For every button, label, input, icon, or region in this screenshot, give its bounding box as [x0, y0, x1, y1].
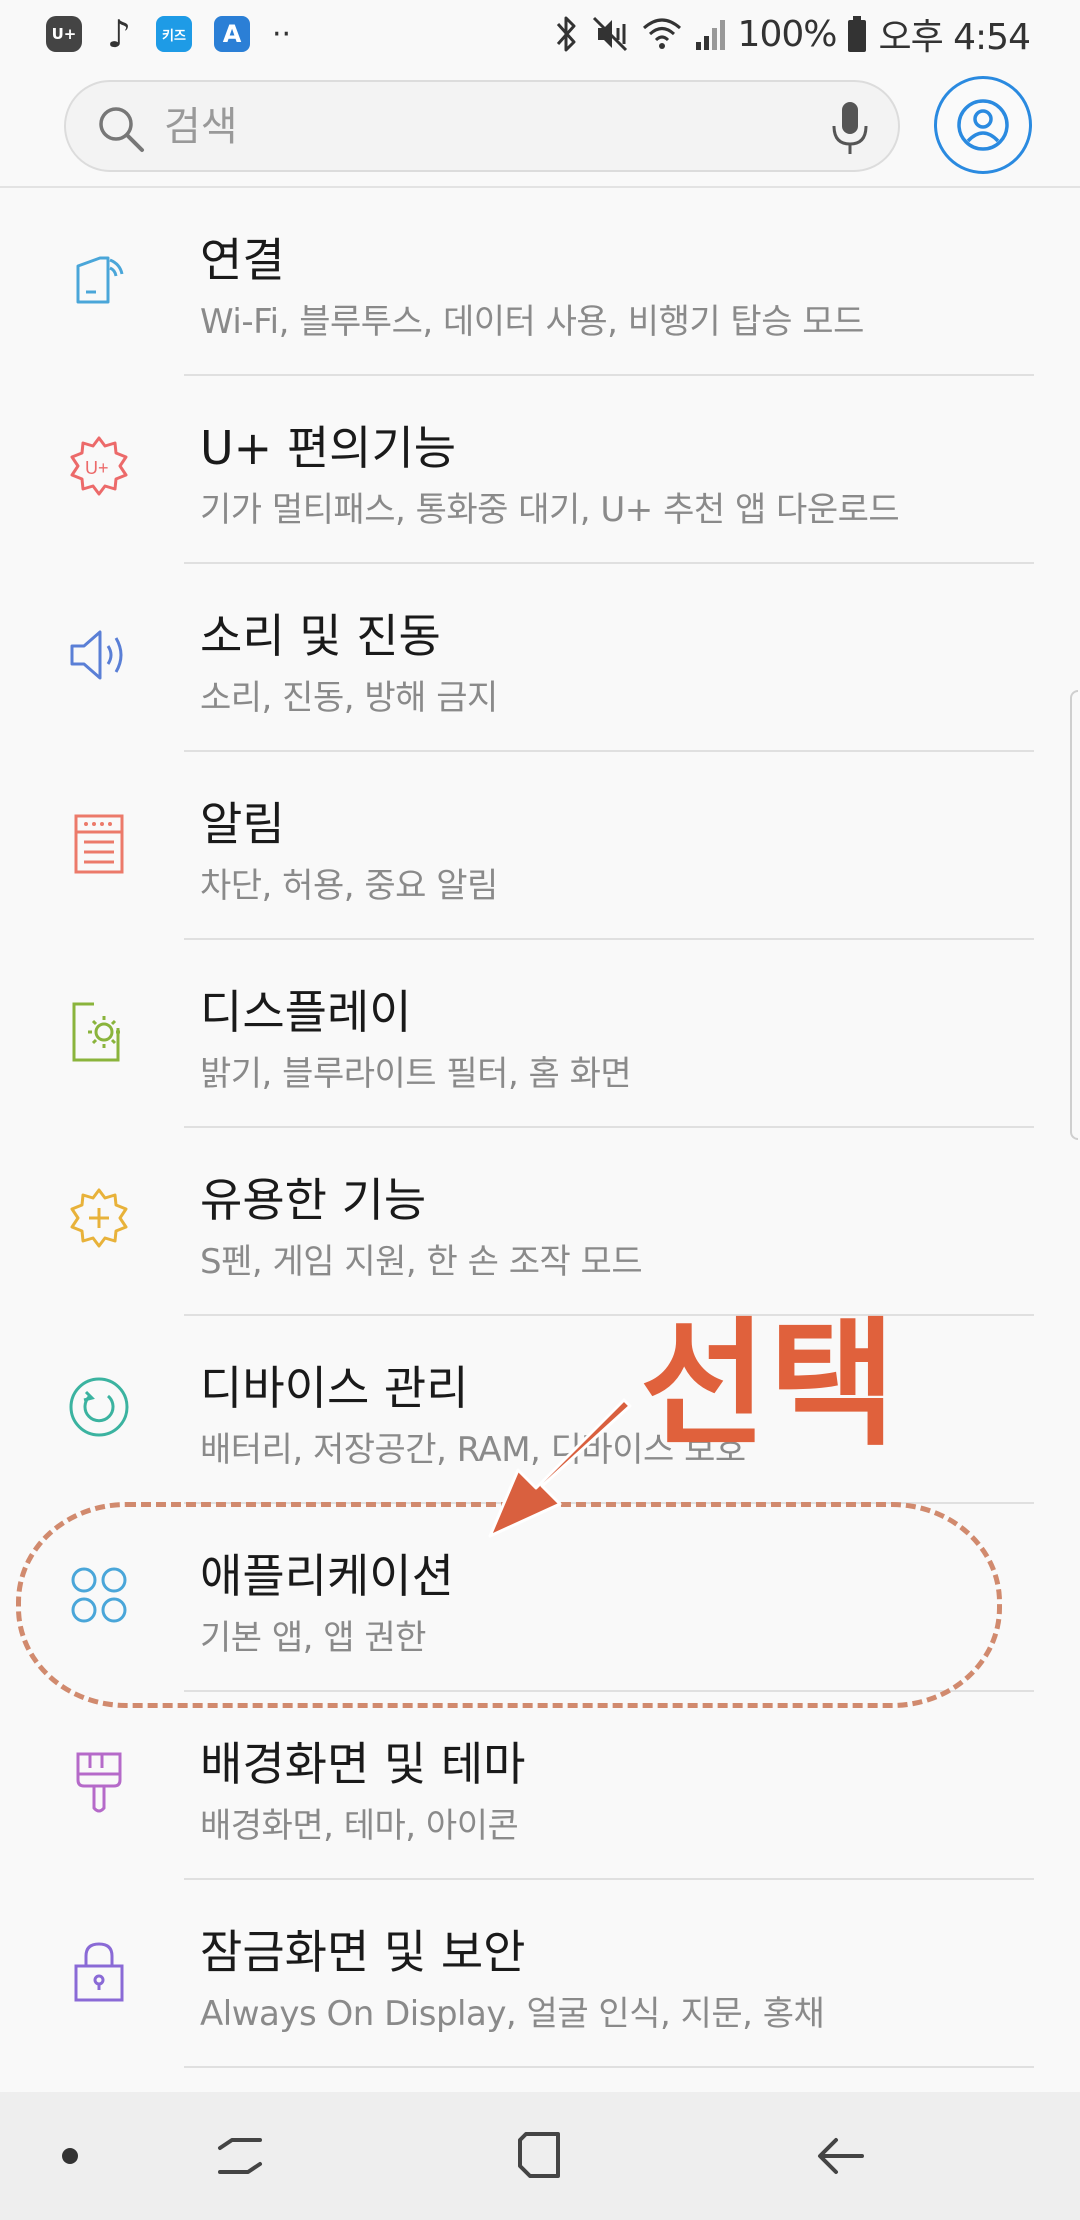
- nav-handle-dot[interactable]: [62, 2148, 78, 2164]
- settings-item-title: 연결: [200, 233, 285, 287]
- mute-vibrate-icon: [592, 16, 627, 52]
- settings-item-title: 소리 및 진동: [200, 609, 441, 663]
- status-notifications: U+ ♪ 키즈 A ··: [46, 10, 291, 58]
- settings-item-subtitle: S펜, 게임 지원, 한 손 조작 모드: [200, 1242, 643, 1282]
- settings-item-lock-screen-security[interactable]: 잠금화면 및 보안 Always On Display, 얼굴 인식, 지문, …: [0, 1880, 1080, 2068]
- svg-text:U+: U+: [85, 458, 109, 478]
- wallpaper-brush-icon: [66, 1750, 132, 1816]
- signal-icon: [695, 20, 725, 50]
- settings-item-wallpapers-themes[interactable]: 배경화면 및 테마 배경화면, 테마, 아이콘: [0, 1692, 1080, 1880]
- settings-item-subtitle: 소리, 진동, 방해 금지: [200, 678, 498, 718]
- settings-item-title: 잠금화면 및 보안: [200, 1925, 526, 1979]
- advanced-features-icon: [66, 1186, 132, 1252]
- settings-item-title: 디바이스 관리: [200, 1361, 469, 1415]
- notification-icon: [66, 810, 132, 876]
- settings-item-title: 유용한 기능: [200, 1173, 427, 1227]
- settings-item-uplus-features[interactable]: U+ U+ 편의기능 기가 멀티패스, 통화중 대기, U+ 추천 앱 다운로드: [0, 376, 1080, 564]
- bluetooth-icon: [556, 16, 576, 52]
- apps-icon: [66, 1562, 132, 1628]
- settings-item-title: 디스플레이: [200, 985, 412, 1039]
- settings-item-title: 배경화면 및 테마: [200, 1737, 526, 1791]
- account-button[interactable]: [934, 76, 1032, 174]
- search-icon: [96, 104, 146, 154]
- recents-icon[interactable]: [204, 2120, 276, 2192]
- settings-item-subtitle: Wi-Fi, 블루투스, 데이터 사용, 비행기 탑승 모드: [200, 302, 864, 342]
- divider: [184, 2066, 1034, 2068]
- settings-item-subtitle: 배경화면, 테마, 아이콘: [200, 1806, 519, 1846]
- annotation-arrow-icon: [488, 1398, 632, 1538]
- scroll-indicator[interactable]: [1070, 690, 1078, 1140]
- clock: 오후 4:54: [878, 17, 1031, 58]
- settings-item-advanced-features[interactable]: 유용한 기능 S펜, 게임 지원, 한 손 조작 모드: [0, 1128, 1080, 1316]
- uplus-badge-label: U+: [51, 25, 77, 43]
- settings-item-display[interactable]: 디스플레이 밝기, 블루라이트 필터, 홈 화면: [0, 940, 1080, 1128]
- settings-item-connections[interactable]: 연결 Wi-Fi, 블루투스, 데이터 사용, 비행기 탑승 모드: [0, 188, 1080, 376]
- account-icon: [957, 99, 1009, 151]
- settings-list: 연결 Wi-Fi, 블루투스, 데이터 사용, 비행기 탑승 모드 U+ U+ …: [0, 188, 1080, 2068]
- settings-item-sound[interactable]: 소리 및 진동 소리, 진동, 방해 금지: [0, 564, 1080, 752]
- settings-item-title: U+ 편의기능: [200, 421, 457, 475]
- music-note-glyph: ♪: [106, 12, 132, 56]
- more-notifications-glyph: ··: [272, 16, 292, 52]
- kids-badge-label: 키즈: [162, 28, 186, 44]
- navigation-bar: [0, 2092, 1080, 2220]
- status-bar: U+ ♪ 키즈 A ·· 100% 오후 4:54: [0, 0, 1080, 68]
- battery-percentage: 100%: [737, 13, 838, 55]
- battery-icon: [848, 16, 867, 52]
- uplus-gear-icon: U+: [66, 434, 132, 500]
- settings-item-notifications[interactable]: 알림 차단, 허용, 중요 알림: [0, 752, 1080, 940]
- search-bar[interactable]: [64, 80, 900, 172]
- home-icon[interactable]: [504, 2120, 576, 2192]
- back-icon[interactable]: [806, 2120, 878, 2192]
- wifi-icon: [642, 18, 681, 49]
- music-note-icon: ♪: [104, 12, 134, 56]
- settings-item-subtitle: 기본 앱, 앱 권한: [200, 1618, 426, 1658]
- settings-item-title: 알림: [200, 797, 285, 851]
- kids-app-icon: 키즈: [156, 16, 192, 52]
- settings-item-subtitle: 밝기, 블루라이트 필터, 홈 화면: [200, 1054, 632, 1094]
- status-indicators: 100% 오후 4:54: [552, 6, 1031, 62]
- connection-icon: [66, 246, 132, 312]
- settings-item-subtitle: 차단, 허용, 중요 알림: [200, 866, 498, 906]
- settings-screen: U+ ♪ 키즈 A ·· 100% 오후 4:54 검색 연결 Wi-Fi, 블…: [0, 0, 1080, 2220]
- settings-item-title: 애플리케이션: [200, 1549, 454, 1603]
- settings-item-subtitle: 기가 멀티패스, 통화중 대기, U+ 추천 앱 다운로드: [200, 490, 900, 530]
- annotation-label: 선택: [640, 1304, 898, 1465]
- device-care-icon: [66, 1374, 132, 1440]
- settings-item-subtitle: Always On Display, 얼굴 인식, 지문, 홍채: [200, 1994, 825, 2034]
- search-header: [0, 68, 1080, 188]
- lock-icon: [66, 1938, 132, 2004]
- a-badge-label: A: [222, 20, 242, 48]
- microphone-icon[interactable]: [830, 100, 870, 156]
- search-input[interactable]: [162, 96, 766, 158]
- uplus-app-icon: U+: [46, 16, 82, 52]
- more-notifications-icon: ··: [272, 17, 291, 52]
- a-app-icon: A: [214, 16, 250, 52]
- display-icon: [66, 998, 132, 1064]
- speaker-icon: [66, 622, 132, 688]
